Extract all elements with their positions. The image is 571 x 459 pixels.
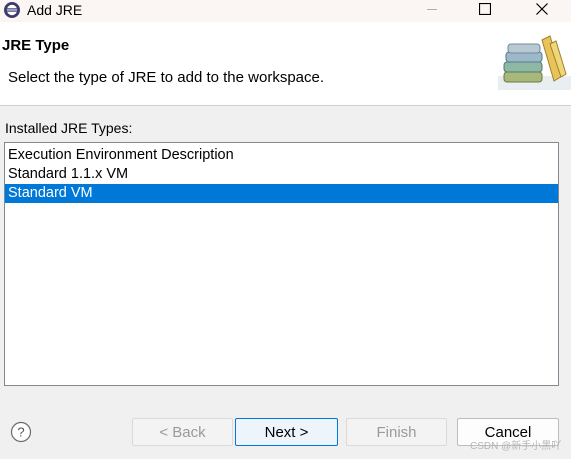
page-title: JRE Type bbox=[2, 37, 70, 54]
banner-separator bbox=[0, 105, 571, 106]
maximize-button[interactable] bbox=[465, 0, 505, 22]
list-item-standard-vm[interactable]: Standard VM bbox=[5, 184, 558, 203]
jre-types-label: Installed JRE Types: bbox=[5, 120, 133, 136]
next-button[interactable]: Next > bbox=[235, 418, 338, 446]
close-icon bbox=[536, 2, 548, 20]
minimize-icon bbox=[426, 2, 438, 20]
minimize-button[interactable] bbox=[412, 0, 452, 22]
title-bar: Add JRE bbox=[0, 0, 571, 22]
wizard-banner: JRE Type Select the type of JRE to add t… bbox=[0, 22, 571, 105]
list-item-standard-11x-vm[interactable]: Standard 1.1.x VM bbox=[5, 165, 558, 184]
list-item-execution-environment[interactable]: Execution Environment Description bbox=[5, 146, 558, 165]
close-button[interactable] bbox=[522, 0, 562, 22]
books-icon bbox=[498, 32, 571, 90]
help-button[interactable]: ? bbox=[10, 421, 32, 443]
svg-text:?: ? bbox=[17, 425, 24, 440]
help-icon: ? bbox=[10, 421, 32, 447]
watermark: CSDN @新手小黑吖 bbox=[470, 441, 562, 452]
jre-types-list[interactable]: Execution Environment Description Standa… bbox=[4, 142, 559, 386]
maximize-icon bbox=[478, 2, 492, 20]
window-title: Add JRE bbox=[27, 2, 83, 18]
page-description: Select the type of JRE to add to the wor… bbox=[8, 69, 325, 86]
finish-button[interactable]: Finish bbox=[346, 418, 447, 446]
eclipse-app-icon bbox=[3, 1, 21, 19]
back-button[interactable]: < Back bbox=[132, 418, 233, 446]
